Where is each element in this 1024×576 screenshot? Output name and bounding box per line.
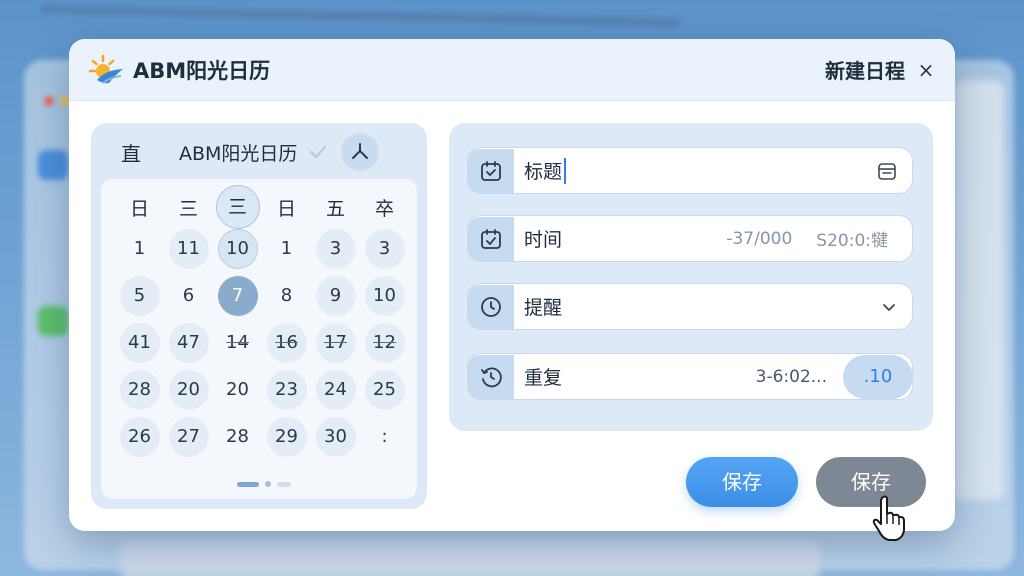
day-cell[interactable]: 6 (169, 276, 209, 316)
sun-logo-icon (88, 53, 127, 87)
day-cell: : (381, 426, 388, 447)
weekday-row: 日 三 三 日 五 卒 (101, 179, 417, 229)
chevron-down-icon[interactable] (880, 298, 898, 316)
day-cell[interactable]: 26 (119, 417, 160, 457)
weekday-label-selected[interactable]: 三 (215, 185, 260, 229)
day-cell[interactable]: 1 (267, 229, 307, 269)
title-label: 标题 (524, 161, 563, 183)
repeat-count-pill[interactable]: .10 (843, 354, 913, 399)
calendar-check-icon (468, 148, 514, 193)
calendar-header-title: ABM阳光日历 (179, 142, 298, 165)
page-indicator-inactive (277, 481, 291, 487)
day-cell[interactable]: 11 (168, 229, 209, 269)
text-caret (564, 157, 567, 184)
repeat-value[interactable]: 3-6:02... (756, 367, 827, 387)
page-indicator[interactable] (237, 481, 291, 487)
app-title: ABM阳光日历 (133, 58, 271, 83)
repeat-field[interactable]: 重复 3-6:02... .10 (467, 353, 913, 400)
check-icon[interactable] (307, 141, 329, 163)
calendar-header-char: 直 (121, 141, 141, 166)
day-cell[interactable]: 1 (120, 229, 160, 269)
day-cell[interactable]: 20 (218, 370, 258, 410)
time-value-start[interactable]: -37/000 (726, 229, 792, 249)
day-cell[interactable]: 30 (315, 417, 356, 457)
new-event-dialog: ABM阳光日历 新建日程 × 直 ABM阳光日历 日 三 三 日 五 卒 1 1… (69, 39, 955, 531)
clock-icon (468, 284, 514, 329)
title-field[interactable]: 标题 (467, 147, 913, 194)
day-cell[interactable]: 16 (266, 323, 307, 363)
calendar-check-icon (468, 216, 514, 261)
fork-icon (352, 143, 369, 159)
day-cell[interactable]: 28 (218, 417, 258, 457)
close-icon[interactable]: × (915, 58, 937, 82)
calendar-header: 直 ABM阳光日历 (91, 123, 427, 181)
day-cell[interactable]: 25 (364, 370, 405, 410)
day-cell[interactable]: 17 (315, 323, 356, 363)
weekday-label: 日 (276, 197, 296, 220)
dialog-header: ABM阳光日历 新建日程 × (69, 39, 955, 101)
day-cell[interactable]: 41 (119, 323, 160, 363)
day-cell[interactable]: 24 (315, 370, 356, 410)
day-cell[interactable]: 12 (364, 323, 405, 363)
weekday-label: 五 (325, 197, 345, 220)
calendar-view-button[interactable] (341, 133, 380, 171)
day-cell[interactable]: 10 (364, 276, 405, 316)
reminder-dropdown[interactable]: 提醒 (467, 283, 913, 330)
day-cell[interactable]: 23 (266, 370, 307, 410)
day-cell[interactable]: 20 (168, 370, 209, 410)
save-button[interactable]: 保存 (686, 457, 798, 507)
day-grid: 1 11 10 1 3 3 5 6 7 8 9 10 41 47 14 16 1… (101, 225, 417, 457)
weekday-label: 卒 (374, 197, 394, 220)
background-bottom-bar (120, 540, 820, 576)
day-cell-today[interactable]: 7 (217, 276, 258, 316)
repeat-label: 重复 (524, 367, 563, 389)
time-label: 时间 (524, 229, 563, 251)
page-indicator-dot (265, 481, 271, 487)
background-right-panel (954, 80, 1004, 500)
day-cell[interactable]: 3 (315, 229, 356, 269)
reminder-label: 提醒 (524, 297, 563, 319)
day-cell[interactable]: 5 (119, 276, 160, 316)
day-cell[interactable]: 29 (266, 417, 307, 457)
time-value-end[interactable]: S20:0:犍 (816, 226, 888, 251)
hand-cursor-icon (872, 495, 905, 541)
background-sidebar-icon (38, 306, 68, 336)
day-cell[interactable]: 47 (168, 323, 209, 363)
weekday-label: 三 (178, 197, 198, 220)
background-topbar (39, 5, 681, 27)
day-cell[interactable]: 14 (218, 323, 258, 363)
calendar-panel: 直 ABM阳光日历 日 三 三 日 五 卒 1 11 10 1 3 3 5 6 … (91, 123, 427, 509)
dialog-title: 新建日程 (825, 59, 905, 83)
day-cell[interactable]: 3 (364, 229, 405, 269)
day-cell[interactable]: 9 (315, 276, 356, 316)
day-cell[interactable]: 28 (119, 370, 160, 410)
day-cell[interactable]: 10 (217, 229, 258, 269)
weekday-label: 日 (129, 197, 149, 220)
calendar-icon[interactable] (876, 160, 898, 182)
calendar-grid-area: 日 三 三 日 五 卒 1 11 10 1 3 3 5 6 7 8 9 10 4 (101, 179, 417, 499)
day-cell[interactable]: 8 (267, 276, 307, 316)
page-indicator-active (237, 481, 259, 487)
time-field[interactable]: 时间 -37/000 S20:0:犍 (467, 215, 913, 262)
event-form-panel: 标题 时间 -37/000 S20:0:犍 提醒 重复 3-6:02... .1… (449, 123, 933, 431)
background-sidebar-icon (38, 150, 68, 180)
history-clock-icon (468, 354, 514, 399)
day-cell[interactable]: 27 (168, 417, 209, 457)
